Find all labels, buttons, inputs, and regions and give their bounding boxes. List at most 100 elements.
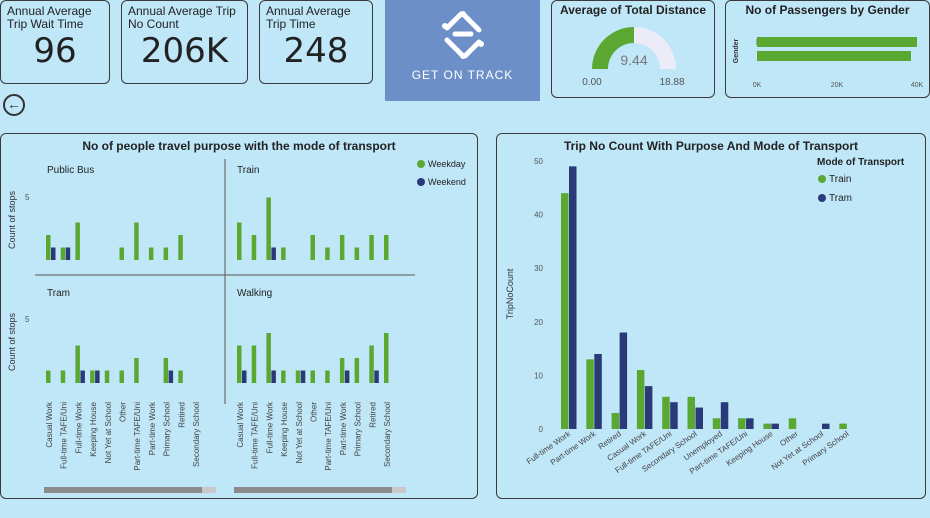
purpose-bar [300,370,306,383]
gender-bar [757,37,917,47]
x-tick-label: Part-time TAFE/Uni [133,402,142,471]
purpose-bar [344,370,350,383]
purpose-bar [95,370,100,383]
get-on-track-logo: GET ON TRACK [385,0,540,101]
purpose-bar [271,370,276,383]
purpose-bar [295,370,301,383]
trip-count-bar-chart: Mode of Transport Train Tram TripNoCount… [505,157,905,476]
purpose-bar [325,247,330,260]
x-tick-label: Casual Work [236,401,245,448]
trip-bar [611,412,620,429]
y-axis-label: Count of stops [7,190,17,249]
purpose-bar [384,235,389,260]
purpose-bar [104,370,110,383]
purpose-bar [266,333,271,383]
purpose-bar [46,370,51,383]
purpose-bar [75,222,80,260]
gender-bar [757,51,911,61]
x-tick-label: Not Yet at School [295,402,304,464]
trip-count-chart-card: Trip No Count With Purpose And Mode of T… [496,133,926,499]
purpose-bar [271,247,276,260]
purpose-bar [242,370,247,383]
purpose-transport-panel: No of people travel purpose with the mod… [0,133,478,499]
purpose-bar [310,370,315,383]
x-tick-label: Part-time TAFE/Uni [324,402,333,471]
purpose-bar [119,247,124,260]
purpose-bar [339,235,345,260]
kpi-card-trip-count: Annual Average Trip No Count 206K [121,0,248,84]
purpose-bar [163,358,169,383]
back-arrow-icon[interactable]: ← [3,94,25,116]
x-tick-label: Not Yet at School [104,402,113,464]
trip-bar [822,423,830,429]
legend-train-dot [818,175,826,183]
gender-tick: 40K [911,82,924,89]
legend-train: Train [829,174,851,185]
y-axis-label: Count of stops [7,312,17,371]
purpose-bar [119,370,124,383]
purpose-bar [178,370,183,383]
purpose-bar [325,370,330,383]
trip-y-axis-label: TripNoCount [505,268,515,319]
trip-bar [644,386,653,429]
purpose-bar [310,235,315,260]
legend-tram: Tram [829,193,852,204]
purpose-bar [134,222,139,260]
trip-bar [695,407,703,429]
y-tick-label: 30 [534,264,543,273]
track-logo-icon [442,11,484,59]
purpose-bar [148,247,154,260]
legend-weekday: Weekday [428,159,466,169]
gender-chart-title: No of Passengers by Gender [745,3,910,17]
purpose-bar [168,370,174,383]
trip-bar [662,396,670,429]
gender-chart-card: No of Passengers by Gender Gender F 0K 2… [725,0,930,98]
gauge-min: 0.00 [582,77,602,88]
kpi-label: Annual Average Trip No Count [128,4,236,31]
trip-bar [619,332,628,429]
x-tick-label: Retired [177,402,186,428]
x-tick-label: Other [310,402,319,422]
purpose-bar [237,345,242,383]
kpi-card-wait-time: Annual Average Trip Wait Time 96 [0,0,110,84]
y-tick-label: 10 [534,371,543,380]
gauge-max: 18.88 [659,77,684,88]
legend-weekend-dot [417,178,425,186]
trip-bar [687,396,695,429]
purpose-bar [369,345,374,383]
trip-bar [839,423,847,429]
x-tick-label: Other [119,402,128,422]
kpi-value: 248 [283,31,349,71]
kpi-label: Annual Average Trip Time [266,4,351,31]
gauge-value: 9.44 [620,52,647,68]
trip-bar [586,359,594,429]
trip-bar [636,370,645,429]
scrollbar-left[interactable] [44,487,216,493]
x-tick-label: Full-time TAFE/Uni [251,402,260,469]
purpose-small-multiples-chart: Public Bus Train Tram Walking Count of s… [7,159,466,471]
gender-tick: 0K [753,82,762,89]
x-tick-label: Part-time Work [148,401,157,455]
purpose-bar [266,197,271,260]
y-tick: 5 [25,315,30,324]
gauge-chart: 9.44 0.00 18.88 [582,27,685,88]
purpose-bar [281,370,286,383]
gender-tick: 20K [831,82,844,89]
trip-bar [712,418,721,429]
purpose-bar [354,247,360,260]
x-tick-label: Retired [368,402,377,428]
panel-name: Train [237,165,259,176]
scrollbar-right[interactable] [234,487,406,493]
purpose-bar [178,235,183,260]
x-tick-label: Primary School [163,402,172,456]
kpi-value: 206K [140,31,229,71]
kpi-value: 96 [33,31,77,71]
x-tick-label: Full-time Work [74,401,83,453]
panel-name: Tram [47,288,70,299]
panel-name: Walking [237,288,272,299]
purpose-bar [51,247,56,260]
purpose-bar [134,358,139,383]
trip-bar [594,353,602,429]
legend-weekday-dot [417,160,425,168]
x-tick-label: Casual Work [45,401,54,448]
